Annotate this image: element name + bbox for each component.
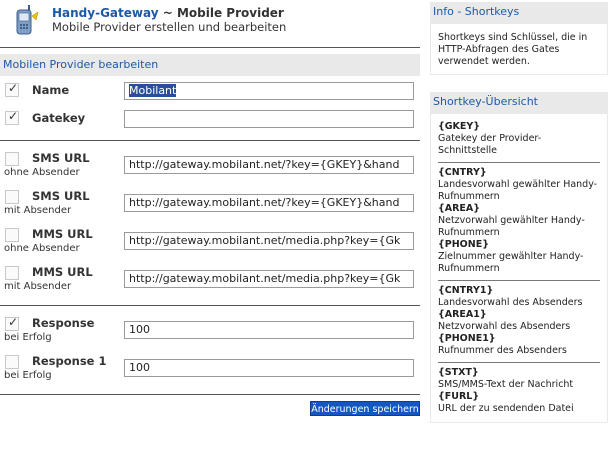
field-label: Gatekey xyxy=(32,111,86,125)
sms-url-mit-input[interactable]: http://gateway.mobilant.net/?key={GKEY}&… xyxy=(124,194,414,212)
field-label: SMS URL xyxy=(32,189,90,203)
section-title: Mobilen Provider bearbeiten xyxy=(0,54,420,76)
field-label: SMS URL xyxy=(32,151,90,165)
field-sublabel: bei Erfolg xyxy=(4,332,52,343)
shortkey-overview: Shortkey-Übersicht {GKEY} Gatekey der Pr… xyxy=(430,92,608,423)
shortkey-group: {CNTRY} Landesvorwahl gewählter Handy-Ru… xyxy=(438,163,600,281)
form-row-sms-url-mit: SMS URL mit Absender http://gateway.mobi… xyxy=(0,188,420,222)
sms-url-ohne-checkbox[interactable] xyxy=(5,152,19,166)
info-title: Info - Shortkeys xyxy=(433,5,520,18)
field-label: Response 1 xyxy=(32,354,107,368)
shortkey-group: {STXT} SMS/MMS-Text der Nachricht {FURL}… xyxy=(438,363,600,420)
page-subtitle: Mobile Provider erstellen und bearbeiten xyxy=(52,20,287,34)
form-divider xyxy=(0,305,420,306)
shortkey-desc: Landesvorwahl gewählter Handy-Rufnummern xyxy=(438,179,598,202)
info-text: Shortkeys sind Schlüssel, die in HTTP-Ab… xyxy=(431,24,607,74)
shortkey-group: {GKEY} Gatekey der Provider-Schnittstell… xyxy=(438,117,600,163)
phone-icon xyxy=(16,5,39,35)
name-checkbox[interactable]: ✓ xyxy=(5,81,19,97)
response-checkbox[interactable]: ✓ xyxy=(5,315,19,331)
overview-body: {GKEY} Gatekey der Provider-Schnittstell… xyxy=(431,114,607,422)
shortkey-key: {AREA} xyxy=(438,203,481,214)
shortkey-group: {CNTRY1} Landesvorwahl des Absenders {AR… xyxy=(438,281,600,363)
form-divider xyxy=(0,394,420,395)
title-separator: ~ xyxy=(162,6,173,20)
response-input[interactable]: 100 xyxy=(124,321,414,339)
form-row-mms-url-mit: MMS URL mit Absender http://gateway.mobi… xyxy=(0,264,420,298)
form-row-gatekey: ✓ Gatekey xyxy=(0,108,420,130)
overview-title: Shortkey-Übersicht xyxy=(433,95,538,108)
checkmark-icon: ✓ xyxy=(8,81,19,95)
mms-url-mit-input[interactable]: http://gateway.mobilant.net/media.php?ke… xyxy=(124,270,414,288)
shortkey-key: {PHONE} xyxy=(438,239,489,250)
form-row-name: ✓ Name Mobilant xyxy=(0,80,420,102)
shortkey-key: {FURL} xyxy=(438,391,480,402)
shortkey-desc: Landesvorwahl des Absenders xyxy=(438,297,583,308)
shortkey-desc: URL der zu sendenden Datei xyxy=(438,403,574,414)
form-row-response-1: Response 1 bei Erfolg 100 xyxy=(0,353,420,387)
checkmark-icon: ✓ xyxy=(8,315,19,329)
shortkey-key: {STXT} xyxy=(438,367,479,378)
shortkey-desc: Rufnummer des Absenders xyxy=(438,345,567,356)
gatekey-input[interactable] xyxy=(124,110,414,128)
checkmark-icon: ✓ xyxy=(8,109,19,123)
app-name[interactable]: Handy-Gateway xyxy=(52,6,159,20)
info-box: Info - Shortkeys Shortkeys sind Schlüsse… xyxy=(430,2,608,75)
field-sublabel: ohne Absender xyxy=(4,167,80,178)
form-row-mms-url-ohne: MMS URL ohne Absender http://gateway.mob… xyxy=(0,226,420,260)
shortkey-desc: Zielnummer gewählter Handy-Rufnummern xyxy=(438,251,584,274)
response-1-checkbox[interactable] xyxy=(5,355,19,369)
form-divider xyxy=(0,140,420,141)
save-button[interactable]: Änderungen speichern xyxy=(310,401,420,416)
shortkey-key: {PHONE1} xyxy=(438,333,496,344)
page-name: Mobile Provider xyxy=(176,6,284,20)
shortkey-key: {GKEY} xyxy=(438,121,481,132)
gatekey-checkbox[interactable]: ✓ xyxy=(5,109,19,125)
sms-url-mit-checkbox[interactable] xyxy=(5,190,19,204)
mms-url-ohne-input[interactable]: http://gateway.mobilant.net/media.php?ke… xyxy=(124,232,414,250)
shortkey-desc: SMS/MMS-Text der Nachricht xyxy=(438,379,574,390)
page-header: Handy-Gateway ~ Mobile Provider Mobile P… xyxy=(0,0,420,46)
field-label: MMS URL xyxy=(32,265,93,279)
shortkey-desc: Netzvorwahl gewählter Handy-Rufnummern xyxy=(438,215,585,238)
shortkey-key: {AREA1} xyxy=(438,309,487,320)
field-sublabel: mit Absender xyxy=(4,281,72,292)
field-sublabel: bei Erfolg xyxy=(4,370,52,381)
field-sublabel: mit Absender xyxy=(4,205,72,216)
header-divider xyxy=(0,47,420,48)
sms-url-ohne-input[interactable]: http://gateway.mobilant.net/?key={GKEY}&… xyxy=(124,156,414,174)
page-title: Handy-Gateway ~ Mobile Provider xyxy=(52,6,284,20)
shortkey-desc: Netzvorwahl des Absenders xyxy=(438,321,571,332)
mms-url-mit-checkbox[interactable] xyxy=(5,266,19,280)
name-input[interactable]: Mobilant xyxy=(124,82,414,100)
shortkey-key: {CNTRY1} xyxy=(438,285,494,296)
input-value: Mobilant xyxy=(129,84,177,97)
field-label: Response xyxy=(32,316,95,330)
form-row-sms-url-ohne: SMS URL ohne Absender http://gateway.mob… xyxy=(0,150,420,184)
form-row-response: ✓ Response bei Erfolg 100 xyxy=(0,315,420,349)
shortkey-key: {CNTRY} xyxy=(438,167,487,178)
field-sublabel: ohne Absender xyxy=(4,243,80,254)
field-label: Name xyxy=(32,83,70,97)
shortkey-desc: Gatekey der Provider-Schnittstelle xyxy=(438,133,542,156)
field-label: MMS URL xyxy=(32,227,93,241)
response-1-input[interactable]: 100 xyxy=(124,359,414,377)
mms-url-ohne-checkbox[interactable] xyxy=(5,228,19,242)
